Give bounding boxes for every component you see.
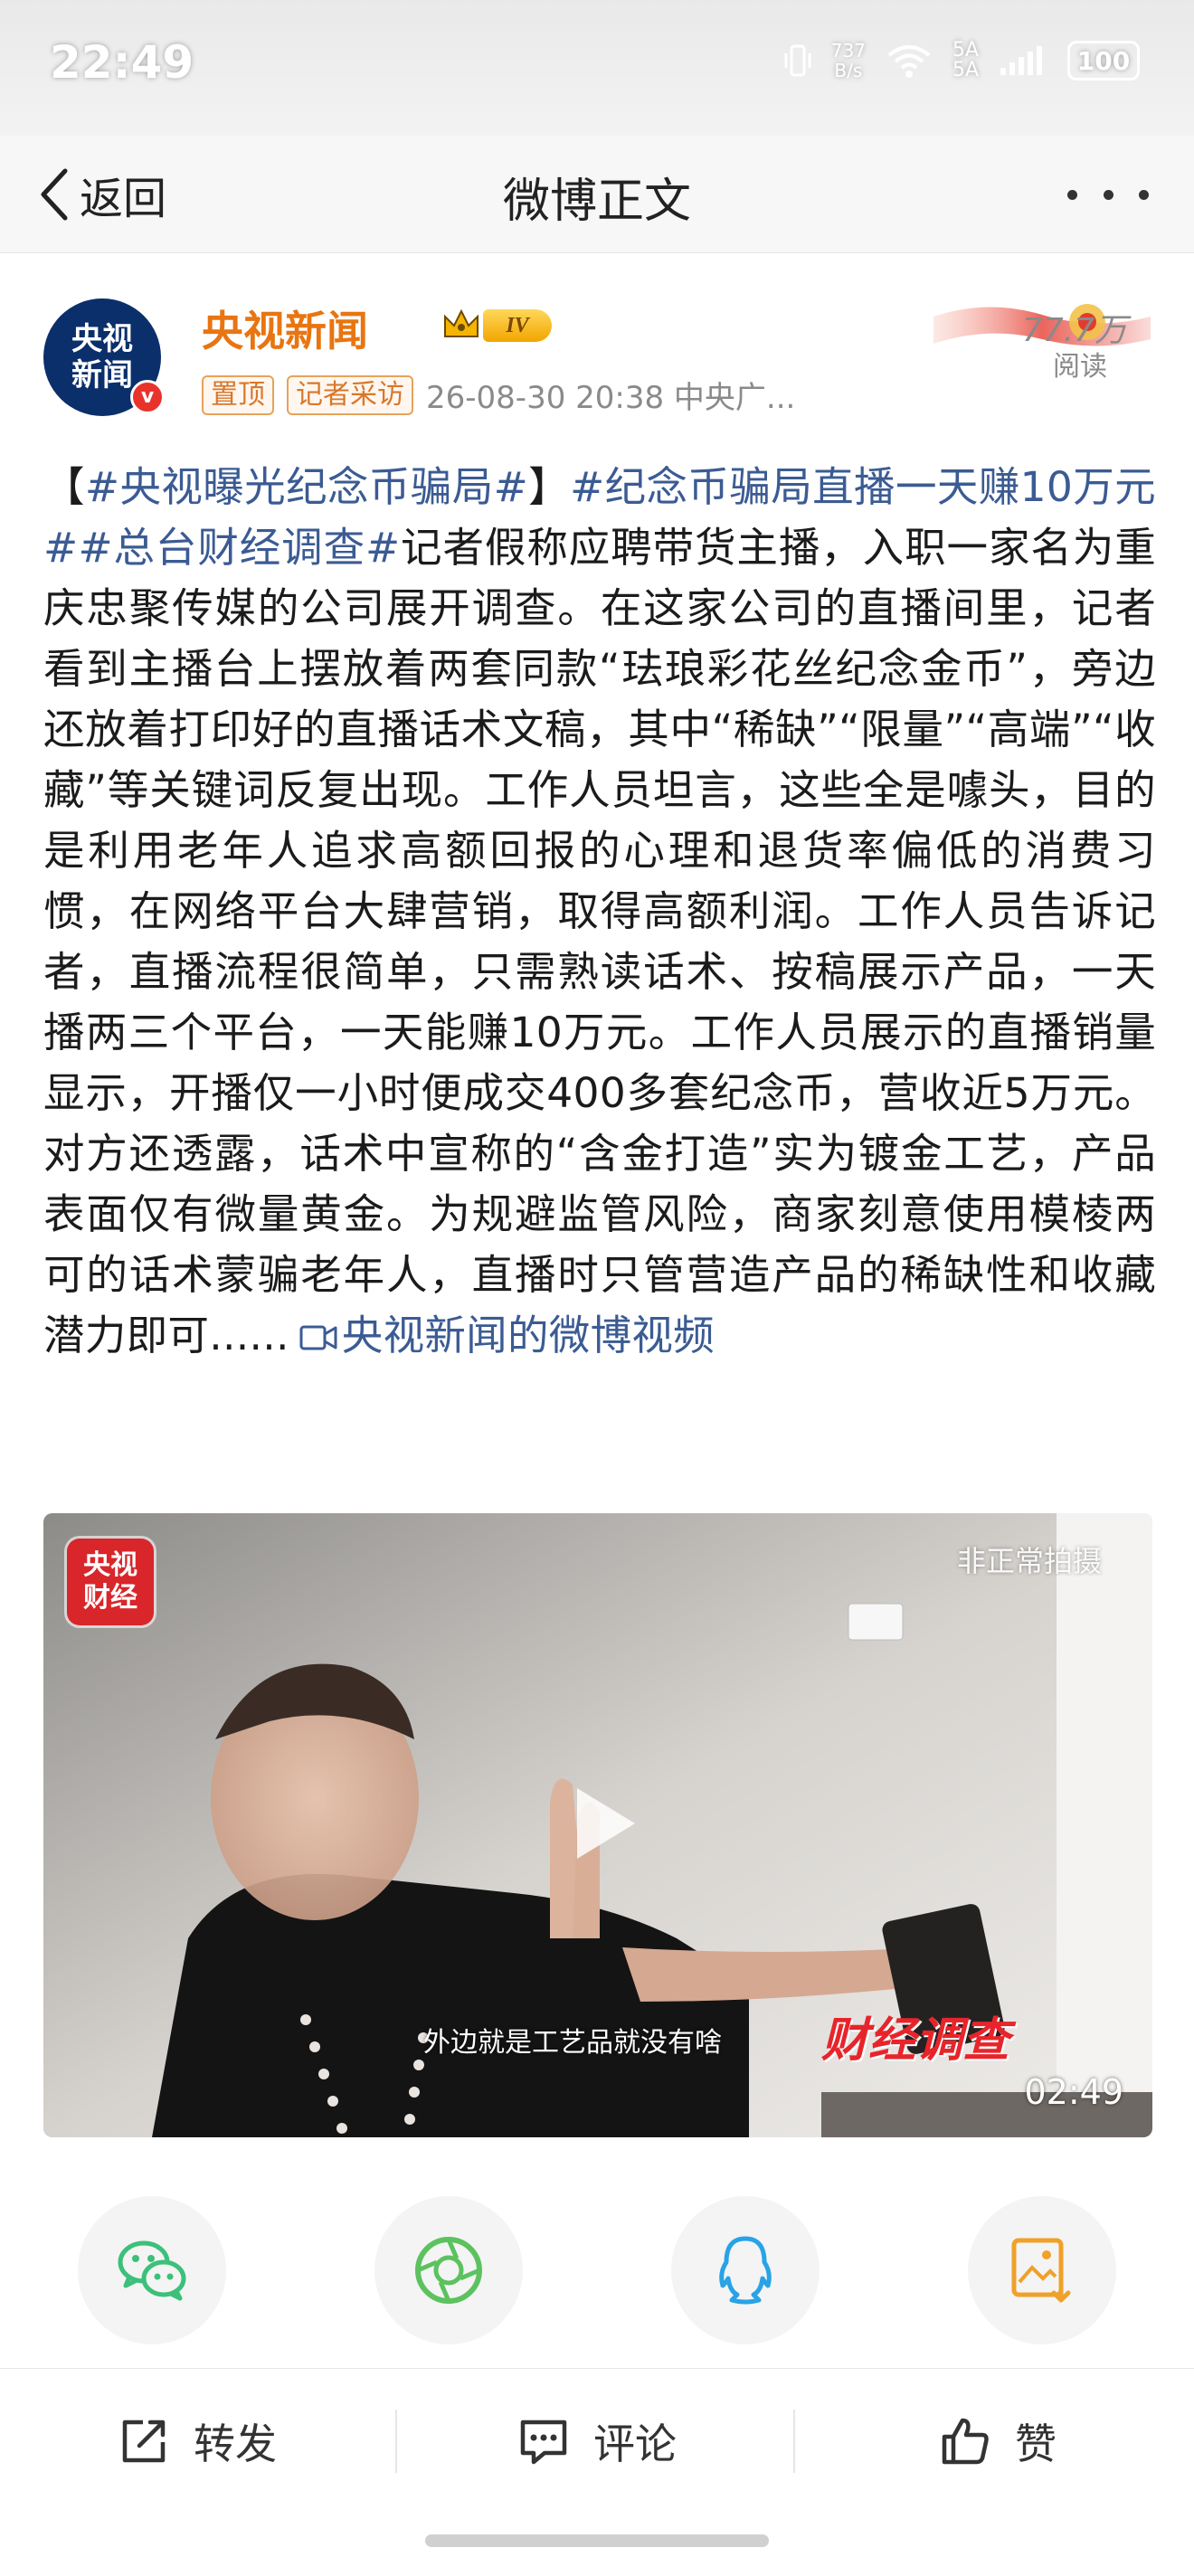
post-text-segment: 】 bbox=[528, 463, 571, 511]
signal-bars-icon bbox=[1000, 46, 1042, 75]
comment-label: 评论 bbox=[593, 2420, 677, 2468]
network-speed-value: 737 bbox=[830, 40, 866, 62]
repost-label: 转发 bbox=[194, 2420, 277, 2468]
level-badge[interactable]: IV bbox=[483, 309, 552, 342]
repost-icon bbox=[122, 2420, 166, 2463]
video-watermark: 非正常拍摄 bbox=[956, 1544, 1102, 1578]
pinned-tag: 置顶 bbox=[202, 374, 274, 415]
thumbs-up-icon bbox=[942, 2418, 989, 2465]
share-moments-button[interactable] bbox=[374, 2196, 523, 2344]
share-wechat-button[interactable] bbox=[78, 2196, 226, 2344]
qq-icon bbox=[719, 2236, 772, 2305]
reporter-interview-tag: 记者采访 bbox=[287, 374, 413, 415]
avatar-line-1: 央视 bbox=[71, 321, 133, 357]
network-speed: 737 B/s bbox=[831, 41, 866, 80]
post-text-segment: 【 bbox=[43, 463, 85, 511]
wechat-icon bbox=[118, 2240, 186, 2301]
vibrate-icon bbox=[784, 44, 811, 77]
read-count: 77.7万 阅读 bbox=[933, 289, 1151, 389]
cctv-finance-logo: 央视 财经 bbox=[67, 1539, 154, 1625]
wifi-icon bbox=[887, 45, 931, 78]
repost-button[interactable]: 转发 bbox=[118, 2369, 277, 2514]
post-time-source: 26-08-30 20:38 中央广... bbox=[426, 380, 796, 416]
more-options-button[interactable] bbox=[1067, 172, 1149, 217]
comment-icon bbox=[520, 2420, 567, 2465]
crown-icon bbox=[444, 308, 479, 337]
more-dot-icon bbox=[1067, 189, 1077, 200]
avatar[interactable]: 央视 新闻 v bbox=[43, 298, 165, 416]
cellular-signal: 5A 5A bbox=[952, 41, 979, 80]
video-duration: 02:49 bbox=[1024, 2072, 1123, 2112]
video-logo-line-1: 央视 bbox=[83, 1549, 137, 1581]
home-indicator[interactable] bbox=[425, 2534, 769, 2547]
signal-label-2: 5A bbox=[952, 59, 979, 81]
action-bar: 转发 评论 赞 bbox=[0, 2369, 1194, 2514]
network-speed-unit: B/s bbox=[834, 60, 863, 81]
share-row bbox=[0, 2196, 1194, 2350]
signal-label-1: 5A bbox=[952, 39, 979, 62]
nav-bar: 返回 微博正文 bbox=[0, 136, 1194, 253]
share-qq-button[interactable] bbox=[671, 2196, 820, 2344]
video-brand-title: 财经调查 bbox=[821, 2013, 1010, 2068]
author-header: 央视 新闻 v 央视新闻 IV 置顶 记者采访 26-08-30 20:38 中… bbox=[43, 289, 1151, 425]
video-link-label: 央视新闻的微博视频 bbox=[341, 1312, 715, 1359]
hashtag-link[interactable]: #总台财经调查# bbox=[78, 524, 400, 572]
status-time: 22:49 bbox=[50, 36, 194, 89]
status-bar: 22:49 737 B/s 5A 5A 100 bbox=[0, 0, 1194, 136]
like-label: 赞 bbox=[1015, 2420, 1057, 2468]
post-meta: 置顶 记者采访 26-08-30 20:38 中央广... bbox=[202, 373, 795, 417]
video-link[interactable]: 央视新闻的微博视频 bbox=[289, 1312, 715, 1359]
avatar-line-2: 新闻 bbox=[71, 357, 133, 393]
video-camera-icon bbox=[299, 1325, 337, 1350]
post-text-segment: 记者假称应聘带货主播，入职一家名为重庆忠聚传媒的公司展开调查。在这家公司的直播间… bbox=[43, 524, 1156, 1359]
play-icon[interactable] bbox=[568, 1783, 640, 1864]
status-icons: 737 B/s 5A 5A 100 bbox=[784, 41, 1140, 80]
page-title: 微博正文 bbox=[502, 175, 691, 229]
verified-badge-icon: v bbox=[130, 380, 165, 414]
battery-indicator: 100 bbox=[1067, 41, 1140, 80]
save-image-button[interactable] bbox=[968, 2196, 1116, 2344]
post-body: 【#央视曝光纪念币骗局#】#纪念币骗局直播一天赚10万元##总台财经调查#记者假… bbox=[43, 457, 1156, 1366]
video-player[interactable]: 央视 财经 非正常拍摄 外边就是工艺品就没有啥 财经调查 02:49 bbox=[43, 1513, 1152, 2137]
read-count-label: 阅读 bbox=[1053, 351, 1107, 383]
video-subtitle: 外边就是工艺品就没有啥 bbox=[423, 2027, 722, 2059]
more-dot-icon bbox=[1103, 189, 1113, 200]
video-logo-line-2: 财经 bbox=[83, 1582, 137, 1614]
more-dot-icon bbox=[1139, 189, 1149, 200]
moments-icon bbox=[415, 2237, 482, 2304]
comment-button[interactable]: 评论 bbox=[517, 2369, 677, 2514]
hashtag-link[interactable]: #央视曝光纪念币骗局# bbox=[85, 463, 528, 511]
save-image-icon bbox=[1011, 2238, 1071, 2303]
action-separator bbox=[395, 2410, 397, 2473]
action-separator bbox=[793, 2410, 795, 2473]
like-button[interactable]: 赞 bbox=[939, 2369, 1057, 2514]
author-name[interactable]: 央视新闻 bbox=[202, 298, 368, 358]
